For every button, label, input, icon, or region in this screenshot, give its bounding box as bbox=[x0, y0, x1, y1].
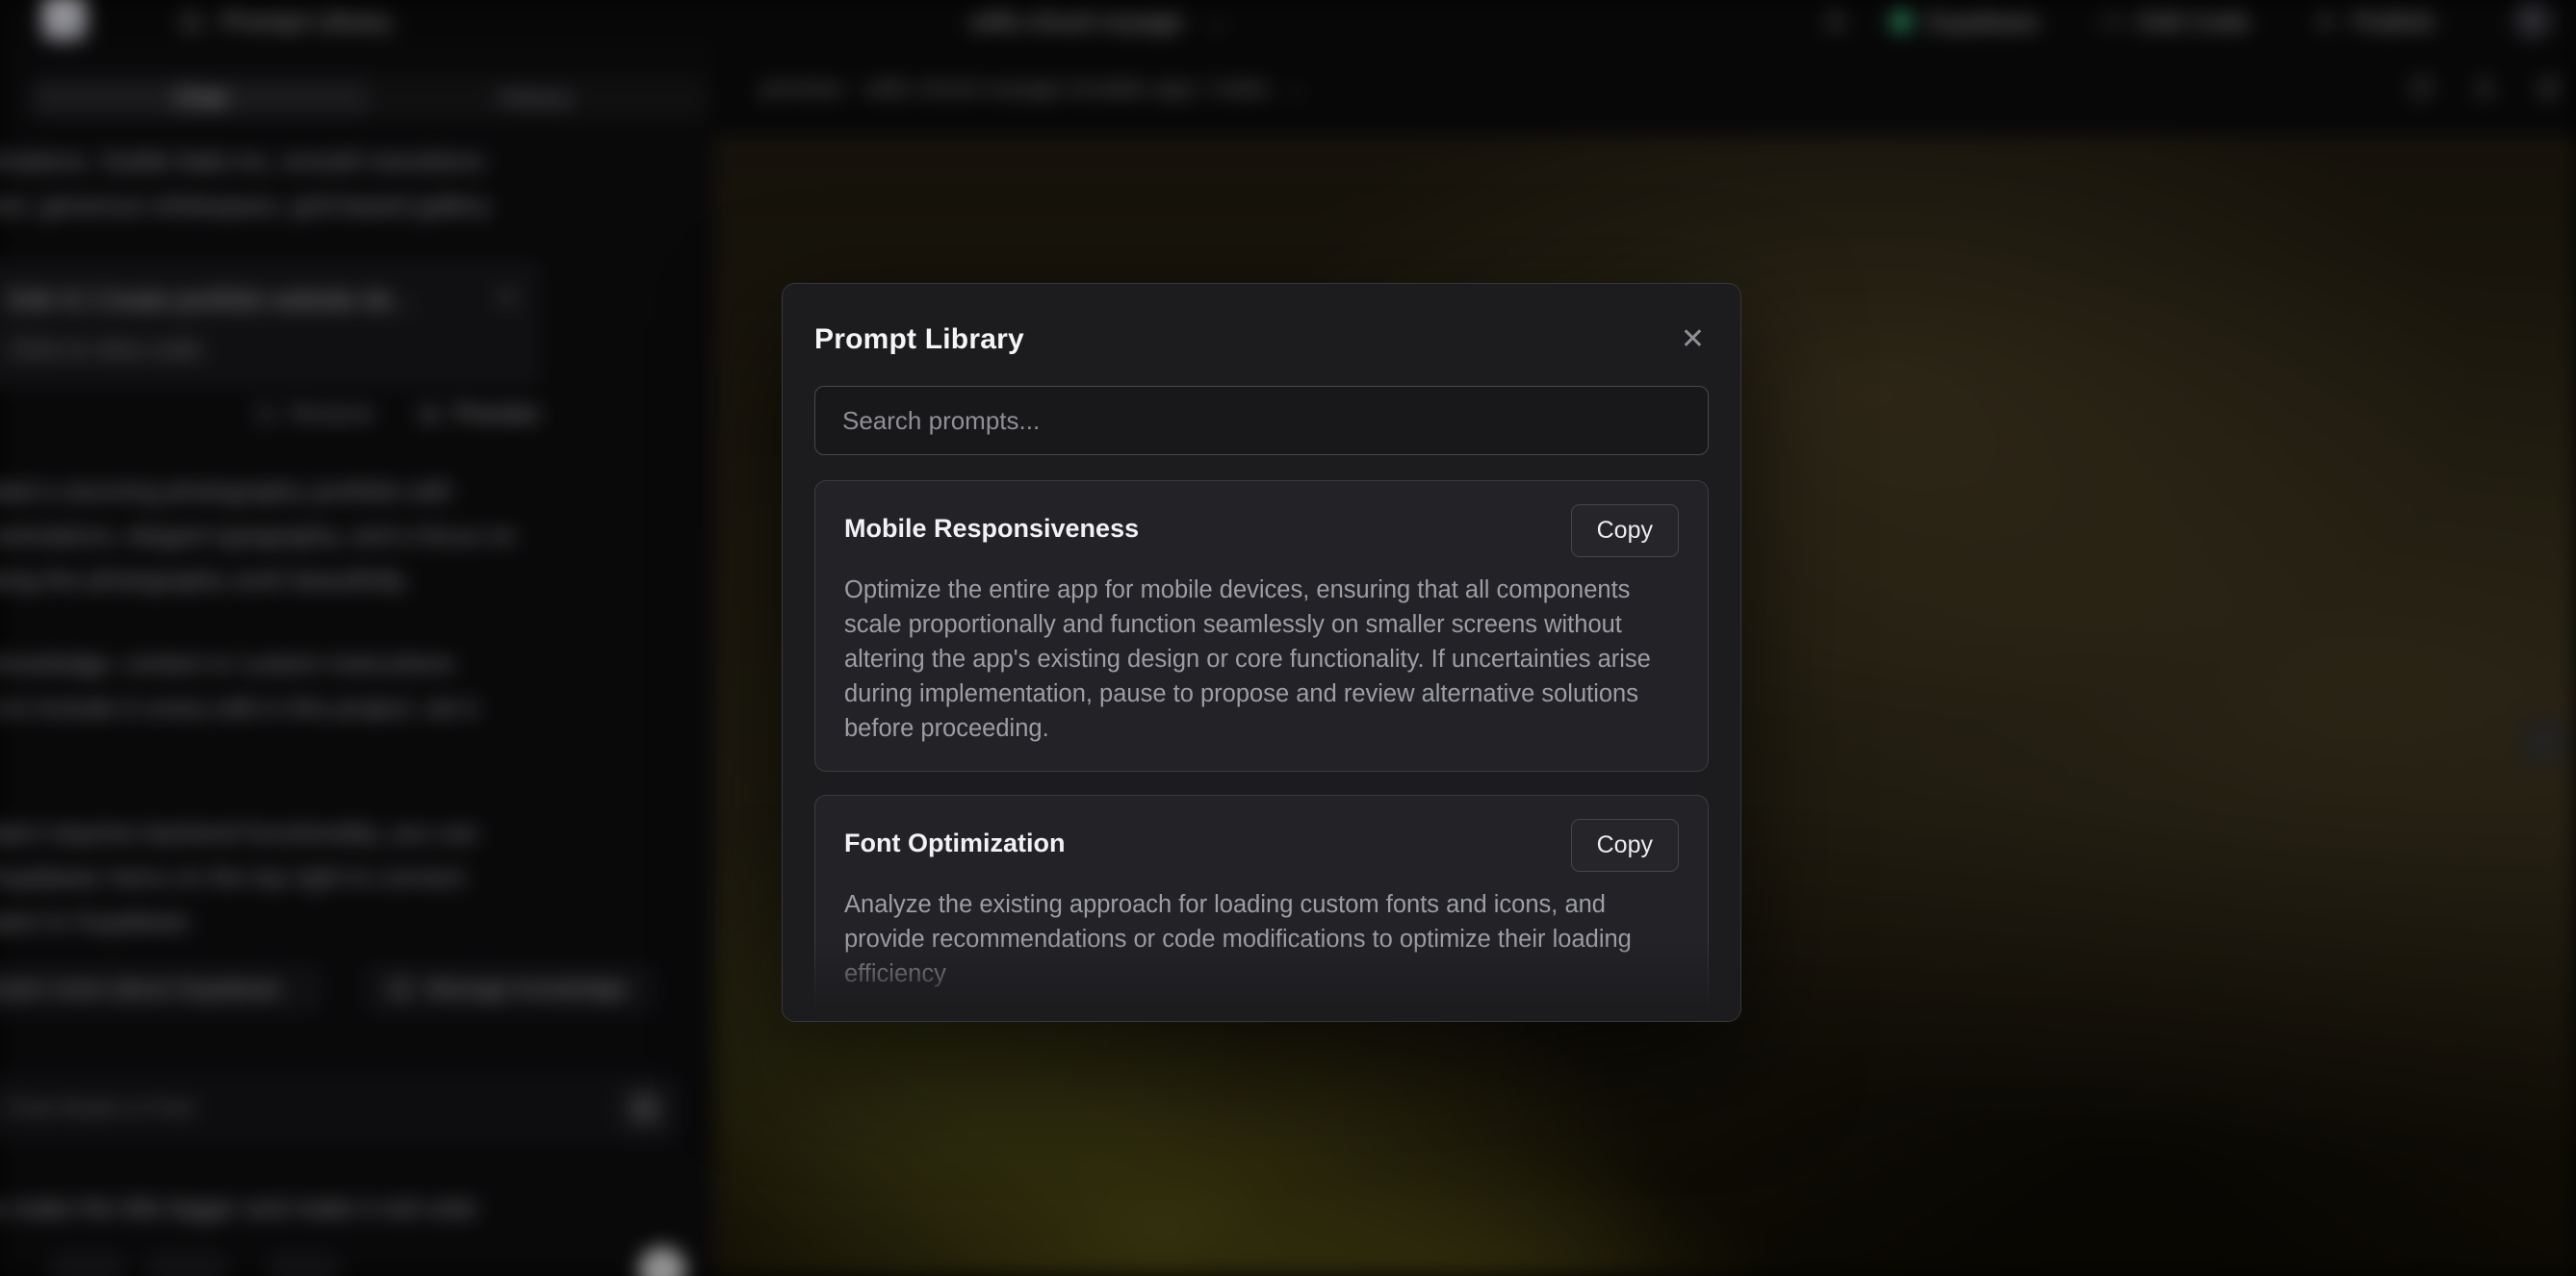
prompt-library-modal: Prompt Library ✕ Mobile Responsiveness C… bbox=[782, 283, 1741, 1022]
app-window: Prompt Library wills-cloud-voyage ⌄ bbox=[0, 0, 2576, 1276]
prompt-title: Mobile Responsiveness bbox=[844, 504, 1139, 544]
prompt-title: Font Optimization bbox=[844, 819, 1065, 858]
prompt-description: Analyze the existing approach for loadin… bbox=[844, 887, 1679, 991]
prompt-list: Mobile Responsiveness Copy Optimize the … bbox=[814, 480, 1709, 1022]
prompt-card-header: Mobile Responsiveness Copy bbox=[844, 504, 1679, 557]
search-input[interactable] bbox=[814, 386, 1709, 455]
copy-button[interactable]: Copy bbox=[1571, 819, 1679, 872]
prompt-description: Optimize the entire app for mobile devic… bbox=[844, 573, 1679, 746]
copy-button[interactable]: Copy bbox=[1571, 504, 1679, 557]
prompt-card-font-optimization: Font Optimization Copy Analyze the exist… bbox=[814, 795, 1709, 1017]
prompt-card-mobile-responsiveness: Mobile Responsiveness Copy Optimize the … bbox=[814, 480, 1709, 772]
modal-header: Prompt Library ✕ bbox=[814, 319, 1709, 361]
prompt-card-header: Font Optimization Copy bbox=[844, 819, 1679, 872]
modal-title: Prompt Library bbox=[814, 323, 1024, 356]
close-icon[interactable]: ✕ bbox=[1677, 321, 1709, 358]
